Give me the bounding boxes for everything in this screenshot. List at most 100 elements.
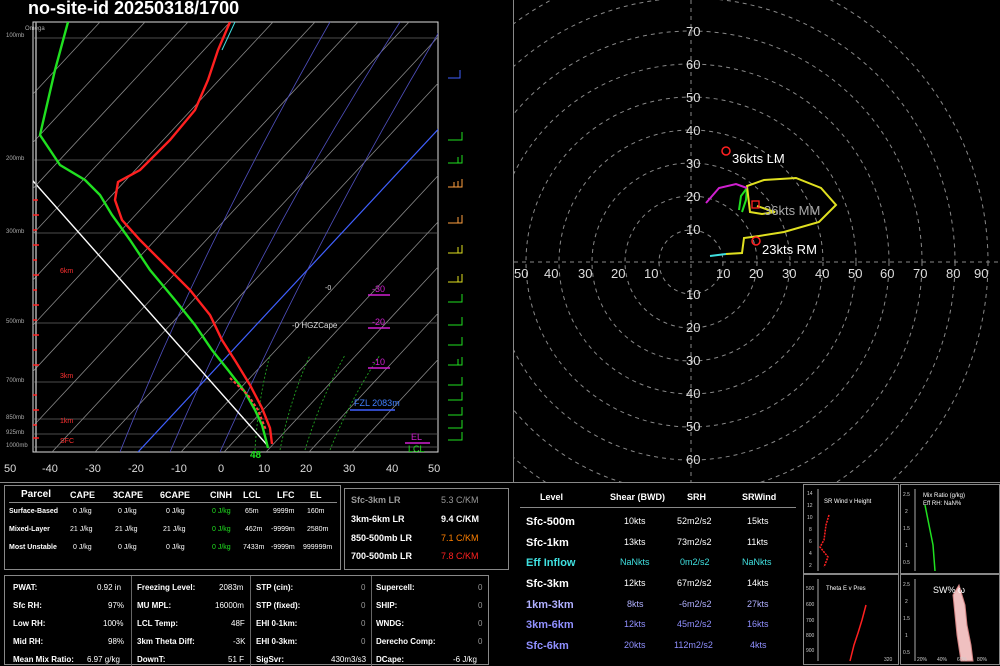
mix-ratio-plot: Mix Ratio (g/kg) Eff RH: NaN% 2.5 2 1.5 … [900, 484, 1000, 574]
hodo-x-tick: 80 [946, 266, 961, 281]
sw-tick: 2.5 [903, 582, 910, 588]
temp-axis: 50 -40 -30 -20 -10 0 10 20 30 40 50 [0, 463, 460, 477]
parcel-cape: 0 J/kg [73, 544, 92, 551]
temp-tick: -20 [128, 463, 144, 475]
params-col-divider [250, 576, 251, 666]
fzl-label: FZL 2083m [354, 398, 400, 408]
theta-tick: 500 [806, 586, 815, 592]
parcel-6cape: 21 J/kg [163, 526, 186, 533]
param-label: SHIP: [376, 601, 398, 610]
hodo-y-tick: 50 [686, 90, 701, 105]
hodo-trace-green [738, 184, 749, 213]
neg10-label: -10 [372, 357, 386, 367]
param-value: 0 [361, 601, 366, 610]
param-label: SigSvr: [256, 655, 285, 664]
6cape-header: 6CAPE [160, 490, 191, 500]
shear-header-rule [520, 507, 796, 508]
hodo-x-tick: 40 [815, 266, 830, 281]
hodo-x-tick: 20 [611, 266, 626, 281]
lapse-rate-box: Sfc-3km LR 5.3 C/KM 3km-6km LR 9.4 C/KM … [344, 488, 509, 570]
shear-srw: 11kts [747, 537, 768, 547]
sw-x-tick: 40% [937, 657, 948, 663]
shear-row: Eff Inflow NaNkts 0m2/s2 NaNkts [514, 557, 802, 575]
param-value: 0 [361, 637, 366, 646]
param-value: 0 [478, 601, 483, 610]
lr-value: 9.4 C/KM [441, 514, 480, 524]
parcel-cinh: 0 J/kg [212, 508, 231, 515]
parcel-cinh: 0 J/kg [212, 544, 231, 551]
mix-tick: 1.5 [903, 526, 910, 532]
lr-label: 850-500mb LR [351, 533, 413, 543]
parcel-table: Parcel CAPE 3CAPE 6CAPE CINH LCL LFC EL … [4, 485, 341, 570]
parcel-row-ml: Mixed-Layer 21 J/kg 21 J/kg 21 J/kg 0 J/… [5, 526, 342, 540]
parcel-row-mu: Most Unstable 0 J/kg 0 J/kg 0 J/kg 0 J/k… [5, 544, 342, 558]
mix-title: Mix Ratio (g/kg) [923, 493, 966, 499]
shear-row: Sfc-500m 10kts 52m2/s2 15kts [514, 516, 802, 534]
shear-header-level: Level [540, 492, 564, 502]
param-label: Mean Mix Ratio: [13, 655, 74, 664]
shear-level: Sfc-1km [526, 537, 569, 549]
h-label-3km: 3km [60, 373, 74, 380]
parcel-3cape: 0 J/kg [118, 508, 137, 515]
theta-tick: 700 [806, 618, 815, 624]
p-label-1000: 1000mb [6, 443, 28, 449]
lr-label: Sfc-3km LR [351, 495, 401, 505]
sw-tick: 0.5 [903, 650, 910, 656]
srwind-tick: 2 [809, 563, 812, 569]
mix-tick: 2.5 [903, 492, 910, 498]
mix-tick: 0.5 [903, 560, 910, 566]
hodo-x-tick: 40 [544, 266, 559, 281]
hodo-x-tick: 20 [749, 266, 764, 281]
horizontal-divider [0, 482, 1000, 483]
param-label: Freezing Level: [137, 583, 196, 592]
shear-row: 3km-6km 12kts 45m2/s2 16kts [514, 619, 802, 637]
lcl-header: LCL [243, 490, 261, 500]
hodo-y-tick: 60 [686, 452, 701, 467]
theta-title: Theta E v Pres [826, 586, 866, 592]
param-label: MU MPL: [137, 601, 172, 610]
param-label: STP (fixed): [256, 601, 301, 610]
p-label-500: 500mb [6, 319, 25, 325]
param-value: 97% [108, 601, 125, 610]
parcel-cinh: 0 J/kg [212, 526, 231, 533]
parcel-6cape: 0 J/kg [166, 508, 185, 515]
theta-tick: 900 [806, 648, 815, 654]
temp-tick: 40 [386, 463, 399, 475]
param-value: 16000m [215, 601, 244, 610]
srwind-height-plot: SR Wind v Height 14 12 10 8 6 4 2 [803, 484, 899, 574]
temp-tick: 20 [300, 463, 313, 475]
srwind-tick: 12 [807, 503, 813, 509]
temp-tick: -10 [171, 463, 187, 475]
param-label: Mid RH: [13, 637, 44, 646]
parcel-el: 160m [307, 508, 325, 515]
temp-tick: -40 [42, 463, 58, 475]
neg30-label: -30 [372, 284, 386, 294]
shear-level: 1km-3km [526, 599, 574, 611]
sw-tick: 1 [905, 633, 908, 639]
param-label: DownT: [137, 655, 166, 664]
shear-row: Sfc-6km 20kts 112m2/s2 4kts [514, 640, 802, 658]
parcel-lcl: 462m [245, 526, 263, 533]
lr-value: 7.8 C/KM [441, 551, 479, 561]
shear-level: Sfc-6km [526, 640, 569, 652]
params-col-divider [371, 576, 372, 666]
parcel-header: Parcel [21, 489, 52, 500]
srwind-tick: 10 [807, 515, 813, 521]
zero-line-label: -0 [325, 285, 332, 292]
shear-header-srh: SRH [687, 492, 707, 502]
shear-srw: 4kts [750, 640, 767, 650]
temp-tick: 10 [258, 463, 271, 475]
param-value: 2083m [219, 583, 244, 592]
theta-tick: 800 [806, 633, 815, 639]
parcel-cape: 0 J/kg [73, 508, 92, 515]
temp-tick: 50 [4, 463, 17, 475]
lr-label: 700-500mb LR [351, 551, 413, 561]
p-label-925: 925mb [6, 430, 25, 436]
temp-tick: -30 [85, 463, 101, 475]
shear-srh: -6m2/s2 [679, 599, 712, 609]
parcel-name: Mixed-Layer [9, 526, 50, 533]
param-label: WNDG: [376, 619, 404, 628]
hodo-y-tick: 30 [686, 156, 701, 171]
parcel-3cape: 21 J/kg [115, 526, 138, 533]
p-label-300: 300mb [6, 229, 25, 235]
